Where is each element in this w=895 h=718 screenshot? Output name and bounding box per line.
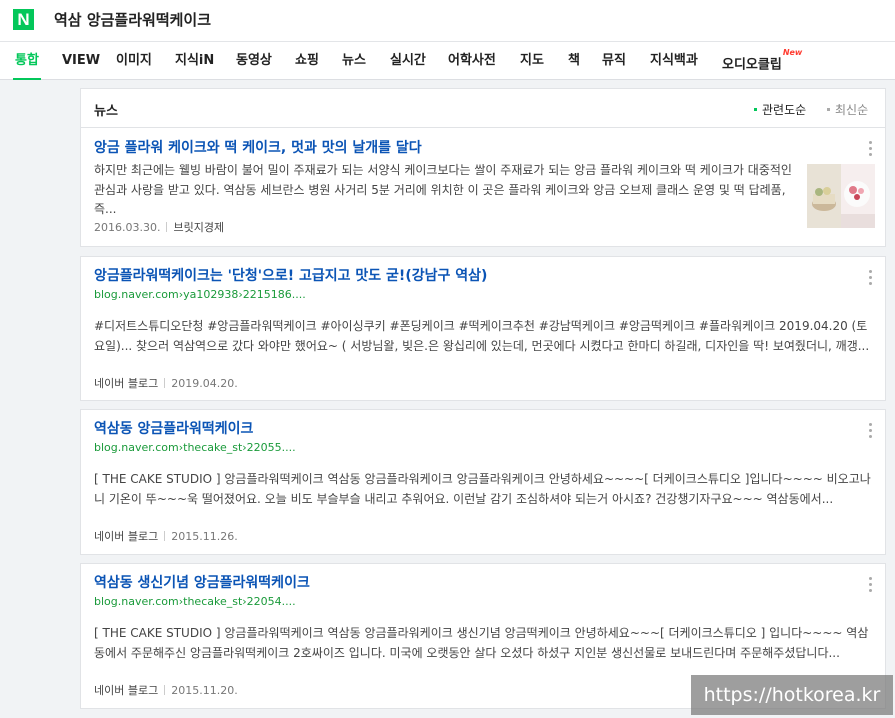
more-options-icon[interactable]	[869, 270, 873, 285]
tab-music[interactable]: 뮤직	[602, 42, 626, 79]
result-url[interactable]: blog.naver.com›thecake_st›22055....	[94, 441, 296, 455]
tab-audioclip-label: 오디오클립	[722, 57, 782, 73]
tab-encyclopedia[interactable]: 지식백과	[650, 42, 698, 79]
tab-video[interactable]: 동영상	[236, 42, 272, 79]
result-date: 2016.03.30.	[94, 221, 161, 234]
result-description: 하지만 최근에는 웰빙 바람이 불어 밀이 주재료가 되는 서양식 케이크보다는…	[94, 163, 792, 216]
result-title[interactable]: 앙금 플라워 케이크와 떡 케이크, 멋과 맛의 날개를 달다	[94, 139, 422, 157]
result-meta: 네이버 블로그 2015.11.20.	[94, 684, 238, 698]
news-section-header: 뉴스 관련도순 최신순	[80, 88, 886, 128]
bullet-icon	[754, 108, 757, 111]
sort-relevance[interactable]: 관련도순	[754, 101, 806, 118]
result-date: 2015.11.26.	[171, 530, 238, 543]
result-card-2: 앙금플라워떡케이크는 '단청'으로! 고급지고 맛도 굳!(강남구 역삼) bl…	[80, 256, 886, 401]
section-title: 뉴스	[94, 104, 118, 119]
result-url[interactable]: blog.naver.com›ya102938›2215186....	[94, 288, 306, 302]
top-bar: N 역삼 앙금플라워떡케이크	[0, 0, 895, 42]
result-description: #디저트스튜디오단청 #앙금플라워떡케이크 #아이싱쿠키 #폰딩케이크 #떡케이…	[94, 319, 870, 353]
new-badge: New	[782, 48, 803, 57]
tab-news[interactable]: 뉴스	[342, 42, 366, 79]
result-title[interactable]: 역삼동 앙금플라워떡케이크	[94, 420, 253, 438]
result-description: [ THE CAKE STUDIO ] 앙금플라워떡케이크 역삼동 앙금플라워케…	[94, 472, 871, 506]
more-options-icon[interactable]	[869, 423, 873, 438]
tab-realtime[interactable]: 실시간	[390, 42, 426, 79]
tab-dictionary[interactable]: 어학사전	[448, 42, 496, 79]
cake-photo-thumbnail	[807, 164, 875, 228]
result-source[interactable]: 브릿지경제	[173, 221, 224, 234]
more-options-icon[interactable]	[869, 141, 873, 156]
tab-audioclip[interactable]: 오디오클립New	[722, 42, 802, 79]
naver-logo[interactable]: N	[13, 9, 34, 30]
tab-image[interactable]: 이미지	[116, 42, 152, 79]
search-tabs: 통합 VIEW 이미지 지식iN 동영상 쇼핑 뉴스 실시간 어학사전 지도 책…	[0, 42, 895, 80]
bullet-icon	[827, 108, 830, 111]
result-card-3: 역삼동 앙금플라워떡케이크 blog.naver.com›thecake_st›…	[80, 409, 886, 555]
result-meta: 2016.03.30. 브릿지경제	[94, 221, 224, 235]
tab-shopping[interactable]: 쇼핑	[295, 42, 319, 79]
result-meta: 네이버 블로그 2019.04.20.	[94, 377, 238, 391]
sort-relevance-label: 관련도순	[762, 103, 807, 117]
result-date: 2015.11.20.	[171, 684, 238, 697]
sort-latest-label: 최신순	[835, 103, 869, 117]
result-source[interactable]: 네이버 블로그	[94, 377, 158, 390]
tab-book[interactable]: 책	[568, 42, 580, 79]
result-card-1: 앙금 플라워 케이크와 떡 케이크, 멋과 맛의 날개를 달다 하지만 최근에는…	[80, 127, 886, 247]
result-title[interactable]: 역삼동 생신기념 앙금플라워떡케이크	[94, 574, 310, 592]
result-description: [ THE CAKE STUDIO ] 앙금플라워떡케이크 역삼동 앙금플라워케…	[94, 626, 869, 660]
search-query[interactable]: 역삼 앙금플라워떡케이크	[54, 10, 211, 30]
watermark: https://hotkorea.kr	[691, 675, 893, 715]
result-source[interactable]: 네이버 블로그	[94, 684, 158, 697]
tab-map[interactable]: 지도	[520, 42, 544, 79]
tab-all[interactable]: 통합	[13, 42, 41, 80]
tab-kin[interactable]: 지식iN	[175, 42, 214, 79]
more-options-icon[interactable]	[869, 577, 873, 592]
result-url[interactable]: blog.naver.com›thecake_st›22054....	[94, 595, 296, 609]
sort-latest[interactable]: 최신순	[827, 101, 868, 118]
result-date: 2019.04.20.	[171, 377, 238, 390]
tab-view[interactable]: VIEW	[62, 42, 100, 79]
result-meta: 네이버 블로그 2015.11.26.	[94, 530, 238, 544]
result-title[interactable]: 앙금플라워떡케이크는 '단청'으로! 고급지고 맛도 굳!(강남구 역삼)	[94, 267, 487, 285]
result-source[interactable]: 네이버 블로그	[94, 530, 158, 543]
result-thumbnail[interactable]	[807, 164, 875, 228]
